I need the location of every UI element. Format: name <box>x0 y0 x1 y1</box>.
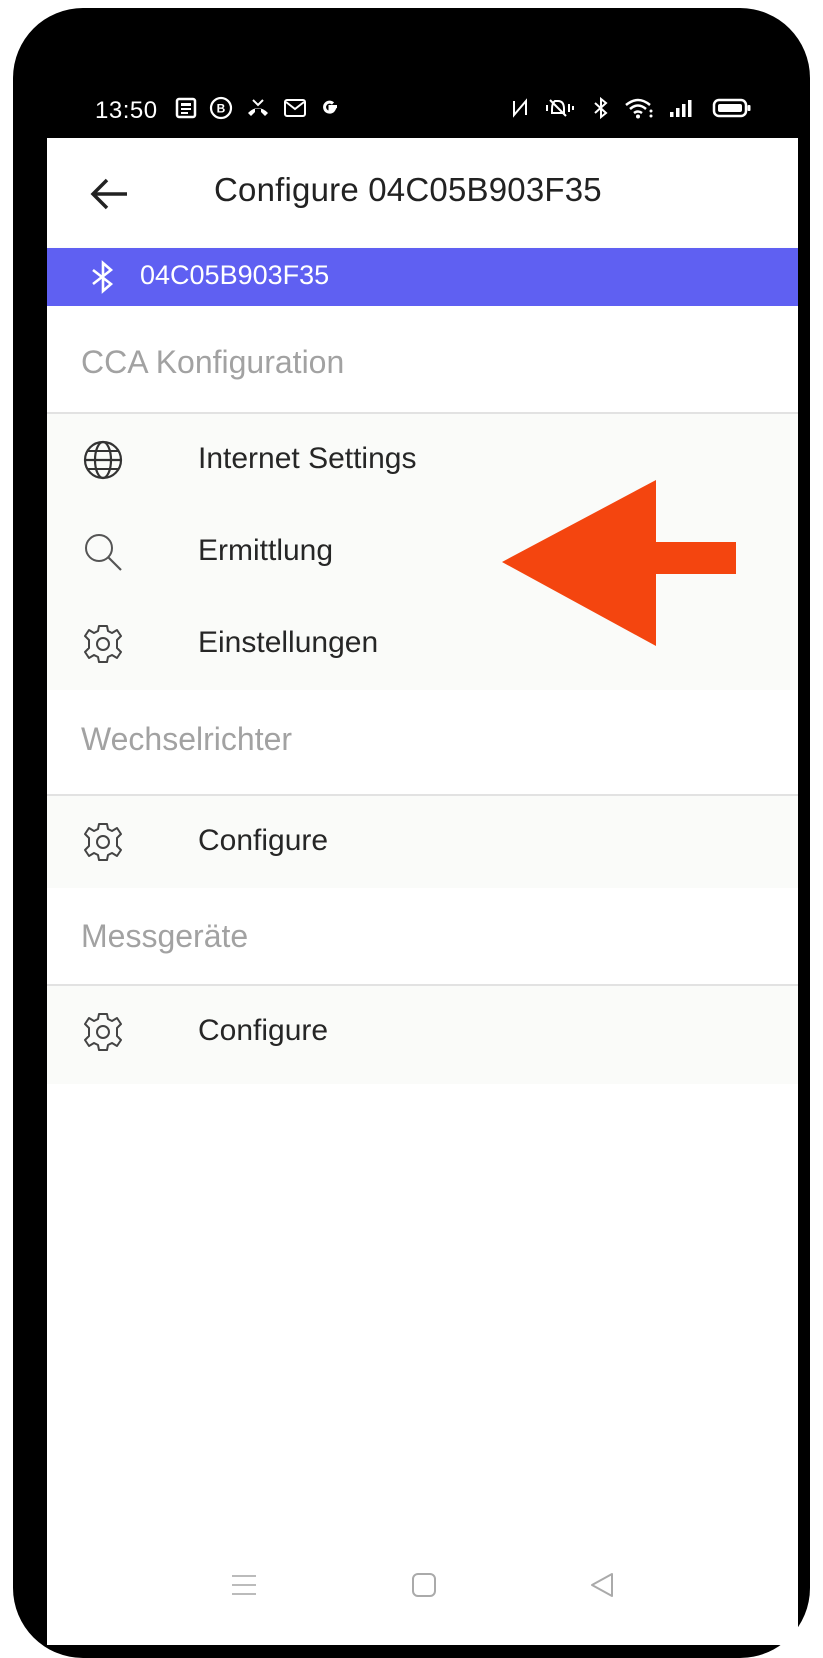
arrow-left-icon <box>90 178 127 210</box>
gmail-icon <box>284 99 306 117</box>
globe-icon <box>83 440 123 480</box>
nfc-icon <box>513 98 527 118</box>
menu-item-label: Configure <box>198 1014 329 1047</box>
search-icon <box>85 534 122 571</box>
svg-text:B: B <box>217 102 226 116</box>
mute-vibrate-icon <box>546 99 574 117</box>
battery-icon <box>712 98 751 118</box>
device-id: 04C05B903F35 <box>140 260 330 290</box>
section-title: Wechselrichter <box>81 721 293 757</box>
b-circle-icon: B <box>209 96 233 120</box>
missed-call-icon <box>248 99 268 116</box>
section-title: Messgeräte <box>81 918 249 954</box>
gear-icon <box>84 625 122 663</box>
bluetooth-device-bar: 04C05B903F35 <box>47 248 798 306</box>
section-header-cca: CCA Konfiguration <box>47 306 798 414</box>
inverter-group: Configure <box>47 796 798 888</box>
news-icon <box>175 97 197 119</box>
app-screen: Configure 04C05B903F35 04C05B903F35 CCA … <box>47 138 798 1645</box>
bluetooth-icon <box>594 96 608 120</box>
gear-icon <box>84 823 122 861</box>
google-icon <box>323 100 337 114</box>
menu-item-label: Einstellungen <box>198 626 379 659</box>
section-header-wechselrichter: Wechselrichter <box>47 690 798 796</box>
page-title: Configure 04C05B903F35 <box>214 171 602 208</box>
home-icon[interactable] <box>410 1571 438 1599</box>
back-icon[interactable] <box>588 1571 616 1599</box>
meters-group: Configure <box>47 986 798 1084</box>
system-nav-bar <box>47 1538 798 1645</box>
wifi-icon <box>625 98 653 119</box>
signal-icon <box>670 100 692 117</box>
section-header-messgeraete: Messgeräte <box>47 888 798 986</box>
menu-item-inverter-configure[interactable]: Configure <box>47 796 798 888</box>
status-left-icons: B <box>175 96 341 120</box>
status-time: 13:50 <box>95 97 158 124</box>
menu-icon[interactable] <box>230 1571 258 1599</box>
app-bar: Configure 04C05B903F35 <box>47 138 798 248</box>
bluetooth-icon <box>92 260 114 294</box>
back-button[interactable] <box>85 170 133 218</box>
section-title: CCA Konfiguration <box>81 344 345 380</box>
menu-item-label: Configure <box>198 824 329 857</box>
gear-icon <box>84 1013 122 1051</box>
menu-item-label: Ermittlung <box>198 534 334 567</box>
annotation-arrow-icon <box>502 480 736 646</box>
menu-item-label: Internet Settings <box>198 442 417 475</box>
status-bar: 13:50 B <box>47 85 798 138</box>
status-right-icons <box>510 96 752 120</box>
menu-item-meters-configure[interactable]: Configure <box>47 986 798 1078</box>
